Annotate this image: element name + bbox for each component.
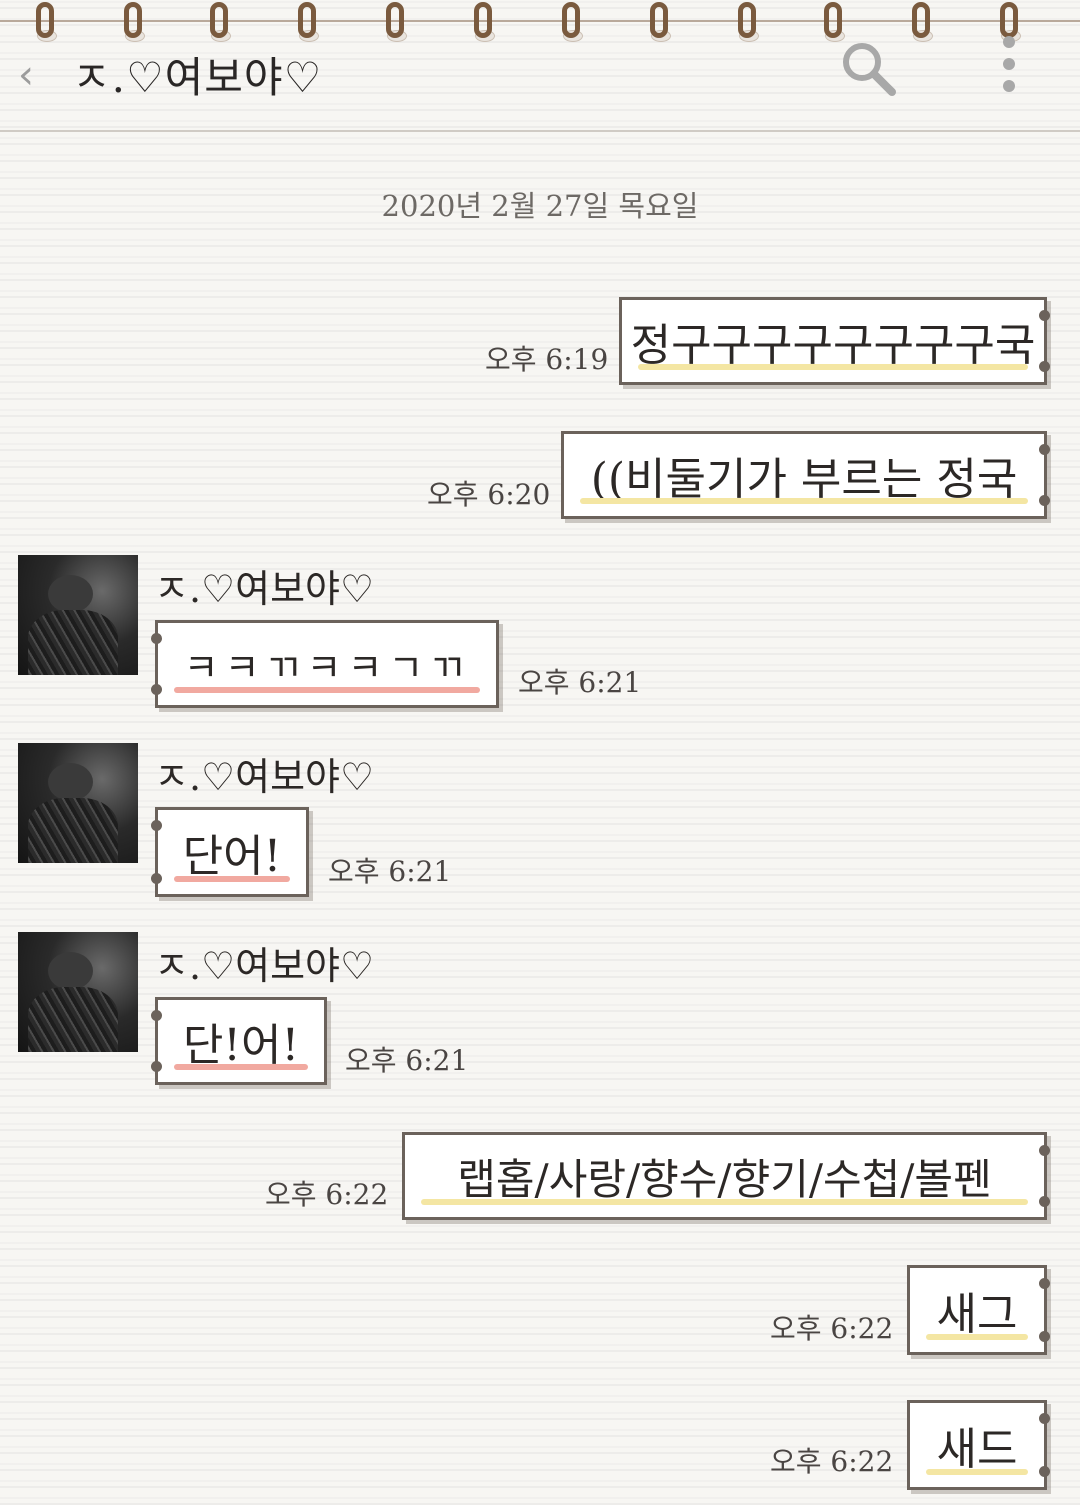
chat-title: ㅈ.♡여보야♡ — [72, 53, 323, 102]
pin-dot — [1039, 1413, 1050, 1424]
message-text: 단어! — [182, 831, 282, 882]
pin-dot — [151, 1061, 162, 1072]
message-bubble-mine[interactable]: 새드 — [907, 1400, 1050, 1490]
message-bubble-theirs[interactable]: 단어! — [151, 807, 309, 897]
message-time: 오후 6:20 — [427, 478, 551, 511]
pin-dot — [151, 820, 162, 831]
message-text: 새그 — [936, 1289, 1018, 1340]
highlight-underline — [174, 687, 480, 693]
pin-dot — [151, 873, 162, 884]
highlight-underline — [638, 364, 1028, 370]
message-bubble-mine[interactable]: ((비둘기가 부르는 정국 — [561, 431, 1050, 519]
highlight-underline — [174, 1064, 308, 1070]
avatar[interactable] — [18, 555, 138, 675]
pin-dot — [151, 684, 162, 695]
message-text: 새드 — [936, 1424, 1018, 1475]
pin-dot — [1039, 361, 1050, 372]
highlight-underline — [926, 1469, 1028, 1475]
sender-name: ㅈ.♡여보야♡ — [154, 944, 375, 988]
avatar[interactable] — [18, 932, 138, 1052]
message-time: 오후 6:22 — [770, 1312, 894, 1345]
highlight-underline — [926, 1334, 1028, 1340]
message-bubble-mine[interactable]: 랩홉/사랑/향수/향기/수첩/볼펜 — [402, 1132, 1050, 1220]
pin-dot — [1039, 1466, 1050, 1477]
message-time: 오후 6:21 — [518, 666, 642, 699]
header-divider — [0, 130, 1080, 132]
pin-dot — [1039, 1278, 1050, 1289]
pin-dot — [151, 633, 162, 644]
message-time: 오후 6:22 — [265, 1178, 389, 1211]
pin-dot — [1039, 1331, 1050, 1342]
pin-dot — [1039, 495, 1050, 506]
highlight-underline — [421, 1199, 1028, 1205]
search-icon[interactable] — [838, 38, 898, 98]
pin-dot — [1039, 1145, 1050, 1156]
message-time: 오후 6:19 — [485, 343, 609, 376]
date-divider: 2020년 2월 27일 목요일 — [381, 189, 699, 223]
message-time: 오후 6:22 — [770, 1445, 894, 1478]
kebab-menu-icon[interactable] — [996, 32, 1022, 102]
chat-header: ‹ ㅈ.♡여보야♡ — [0, 30, 1080, 130]
pin-dot — [1039, 1196, 1050, 1207]
chevron-left-icon[interactable]: ‹ — [18, 52, 34, 98]
avatar[interactable] — [18, 743, 138, 863]
message-text: 랩홉/사랑/향수/향기/수첩/볼펜 — [457, 1154, 992, 1204]
sender-name: ㅈ.♡여보야♡ — [154, 567, 375, 611]
highlight-underline — [174, 876, 290, 882]
message-text: ㅋㅋㄲㅋㅋㄱㄲ — [183, 645, 471, 690]
message-time: 오후 6:21 — [345, 1044, 469, 1077]
message-bubble-mine[interactable]: 정구구구구구구구구국 — [619, 297, 1050, 385]
sender-name: ㅈ.♡여보야♡ — [154, 755, 375, 799]
message-bubble-theirs[interactable]: 단!어! — [151, 997, 327, 1085]
pin-dot — [1039, 310, 1050, 321]
pin-dot — [1039, 444, 1050, 455]
highlight-underline — [580, 498, 1028, 504]
message-time: 오후 6:21 — [328, 855, 452, 888]
message-bubble-theirs[interactable]: ㅋㅋㄲㅋㅋㄱㄲ — [151, 620, 499, 708]
pin-dot — [151, 1010, 162, 1021]
message-bubble-mine[interactable]: 새그 — [907, 1265, 1050, 1355]
